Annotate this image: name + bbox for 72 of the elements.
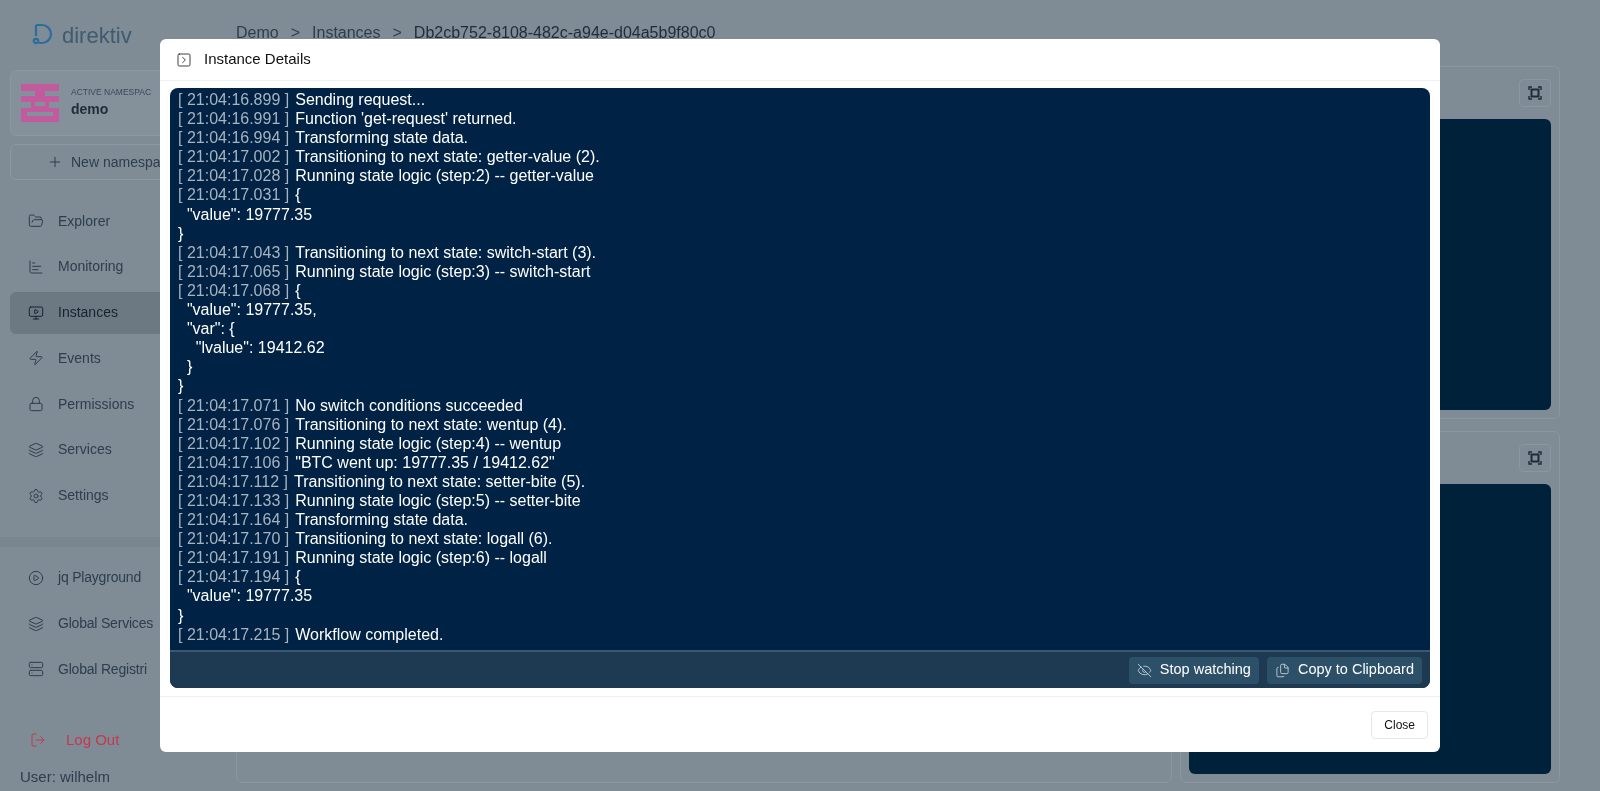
log-message: { [295,185,301,205]
maximize-icon [1527,85,1543,101]
log-message: "BTC went up: 19777.35 / 19412.62" [295,452,555,472]
log-timestamp: [ 21:04:17.106 ] [178,452,290,472]
namespace-caption: ACTIVE NAMESPAC [71,86,152,99]
monitor-icon [28,304,44,321]
lock-icon [28,396,44,413]
log-timestamp: [ 21:04:17.102 ] [178,433,290,453]
log-message: Transitioning to next state: getter-value (2). [295,147,600,167]
log-message: Running state logic (step:3) -- switch-start [295,261,591,281]
log-message: Workflow completed. [295,624,444,644]
maximize-button[interactable] [1519,443,1551,472]
log-timestamp: [ 21:04:17.215 ] [178,624,290,644]
bar-chart-icon [28,258,44,275]
log-timestamp: [ 21:04:17.031 ] [178,185,290,205]
server-icon [28,661,44,678]
log-timestamp: [ 21:04:17.071 ] [178,395,290,415]
log-timestamp: [ 21:04:17.191 ] [178,548,290,568]
terminal-icon [176,51,192,68]
breadcrumb-separator: > [290,23,301,43]
log-message: Running state logic (step:2) -- getter-value [295,166,594,186]
log-message: Function 'get-request' returned. [295,109,517,129]
copy-icon [1274,662,1290,678]
layers-icon [28,615,44,632]
log-message: Transforming state data. [295,128,469,148]
log-timestamp: [ 21:04:17.194 ] [178,567,290,587]
namespace-avatar-icon [21,84,59,122]
log-message: "lvalue": 19412.62 [194,338,325,358]
maximize-button[interactable] [1519,79,1551,107]
layers-icon [28,442,44,458]
log-timestamp: [ 21:04:17.065 ] [178,261,290,281]
log-message: Sending request... [295,90,426,110]
log-timestamp: [ 21:04:17.133 ] [178,490,290,511]
log-message: } [178,605,184,625]
log-message: Transitioning to next state: switch-start (3). [295,242,597,262]
settings-icon [28,487,44,504]
log-message: { [295,567,301,587]
log-timestamp: [ 21:04:17.076 ] [178,414,290,434]
log-message: Transitioning to next state: logall (6). [295,529,553,549]
user-label: User: wilhelm [19,767,111,788]
plus-icon [47,154,63,170]
log-message: "value": 19777.35 [185,204,313,224]
logout-icon [30,732,46,749]
log-timestamp: [ 21:04:17.112 ] [178,471,288,491]
logo-text: direktiv [62,21,132,50]
log-message: Running state logic (step:4) -- wentup [295,433,562,453]
folder-icon [28,213,44,229]
log-timestamp: [ 21:04:17.164 ] [178,510,290,530]
log-message: Running state logic (step:5) -- setter-bite [295,490,581,511]
log-message: Transforming state data. [295,510,469,530]
log-timestamp: [ 21:04:17.170 ] [178,529,290,549]
log-message: } [178,223,184,243]
dialog-title: Instance Details [204,49,311,70]
log-message: } [185,357,193,377]
log-message: Transitioning to next state: wentup (4). [295,414,567,434]
log-message: "value": 19777.35 [185,586,313,606]
stop-watching-button[interactable]: Stop watching [1128,656,1259,684]
log-message: No switch conditions succeeded [295,395,523,415]
log-message: } [178,376,184,396]
log-message: { [295,280,301,301]
play-circle-icon [28,569,44,586]
log-message: Running state logic (step:6) -- logall [295,548,547,568]
copy-button[interactable]: Copy to Clipboard [1266,656,1422,684]
maximize-icon [1527,449,1543,466]
log-message: Transitioning to next state: setter-bite (5). [294,471,586,491]
namespace-name: demo [71,99,110,119]
nav-item[interactable]: Global Registri [10,648,226,691]
breadcrumb-separator: > [392,23,402,43]
lightning-icon [28,350,44,367]
eye-off-icon [1136,662,1152,678]
log-timestamp: [ 21:04:17.043 ] [178,242,290,262]
close-button[interactable]: Close [1371,710,1428,739]
